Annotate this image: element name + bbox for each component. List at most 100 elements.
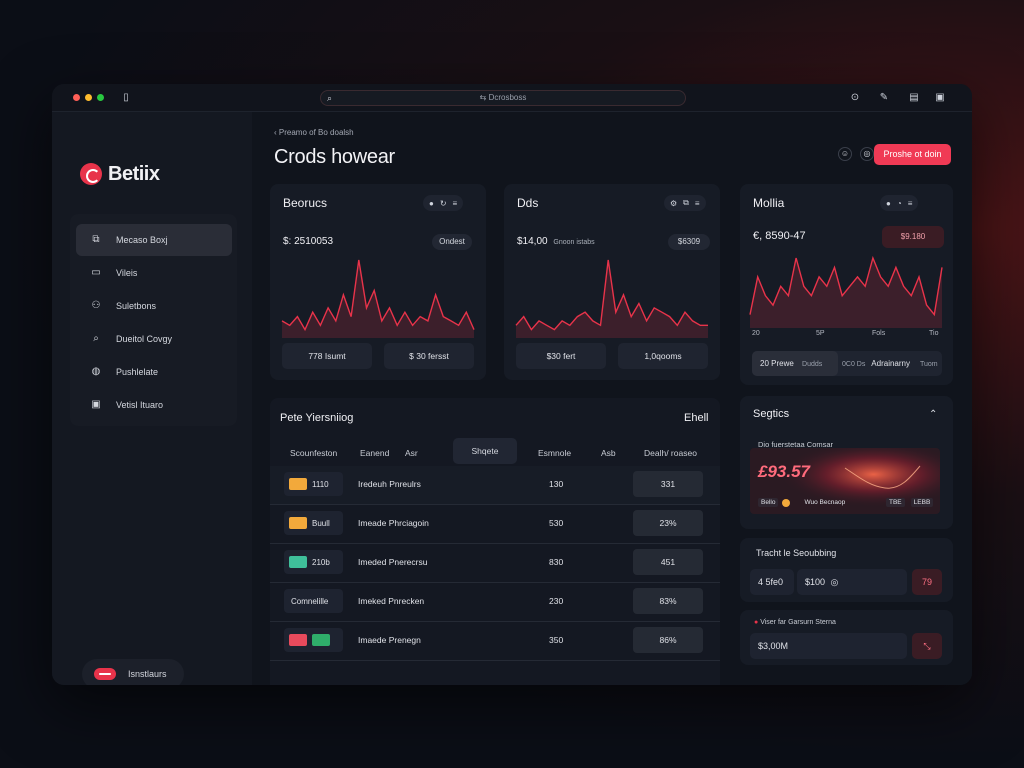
axis-label: Fols [872,330,886,337]
card-pill[interactable]: $6309 [668,234,710,250]
stat-button-right[interactable]: 1,0qooms [618,343,708,369]
column-header-active[interactable]: Shqete [453,438,517,464]
theme-toggle-label: Isnstlaurs [128,669,167,679]
maximize-window-button[interactable] [97,94,104,101]
refresh-icon[interactable]: ↻ [440,199,447,208]
copy-icon[interactable]: ⧉ [683,198,689,208]
table-row[interactable]: Buull Imeade Phrciagoin 530 23% [270,505,720,544]
sidebar-item-3[interactable]: ⌕ Dueitol Covgy [76,323,232,355]
file-icon: ▭ [91,267,101,278]
chevron-up-icon[interactable]: ⌃ [929,409,937,420]
flag-icon [312,634,330,646]
chip-icon [289,556,307,568]
panel-title: Tracht le Seoubbing [756,548,837,558]
brand-logo[interactable]: Betiix [80,160,160,188]
toggle-icon[interactable]: ● [429,199,434,208]
column-header[interactable]: Dealh/ roaseo [644,448,697,458]
clock-icon[interactable]: ◔ [897,199,902,208]
breadcrumb[interactable]: ‹ Preamo of Bo doalsh [274,128,354,137]
column-header[interactable]: Esmnole [538,448,571,458]
info-icon[interactable]: ⊙ [849,92,861,104]
chip-icon [289,517,307,529]
card-tools: ● ◔ ≡ [880,195,919,211]
tracking-field-value: $100 [805,577,826,587]
sidebar-item-1[interactable]: ▭ Vileis [76,257,232,289]
sidebar-item-5[interactable]: ▣ Vetisl Ituaro [76,389,232,421]
pen-icon[interactable]: ✎ [878,92,890,104]
card-amount: $: 2510053 [283,236,334,247]
metric-card-2: Dds ⚙ ⧉ ≡ $14,00 Gnoon istabs $6309 $30 … [504,184,720,380]
column-header[interactable]: Asb [601,448,616,458]
menu-icon[interactable]: ≡ [695,199,700,208]
search-icon: ⌕ [93,333,99,344]
metric-card-3: Mollia ● ◔ ≡ €, 8590-47 $9.180 20 5P Fol… [740,184,953,385]
card-tools: ● ↻ ≡ [423,195,464,211]
stat-button-right[interactable]: $ 30 fersst [384,343,474,369]
table-row[interactable]: Comnelille Imeked Pnrecken 230 83% [270,583,720,622]
row-name: Imeked Pnrecken [358,596,425,606]
sparkline-chart [515,259,708,338]
address-text: ⇆ Dcrosboss [479,93,527,102]
sidebar: Betiix ⧉ Mecaso Boxj ▭ Vileis ⚇ Suletbon… [52,112,252,685]
emoji-icon[interactable]: ☺ [838,147,852,161]
sidebar-item-2[interactable]: ⚇ Suletbons [76,290,232,322]
close-window-button[interactable] [73,94,80,101]
sidebar-item-4[interactable]: ◍ Pushlelate [76,356,232,388]
wallet-icon: ▣ [91,399,101,410]
row-tag-label: 210b [312,557,330,567]
back-arrow-icon[interactable]: ‹ [274,128,277,137]
table-row[interactable]: 210b Imeded Pnerecrsu 830 451 [270,544,720,583]
table-row[interactable]: 1110 Iredeuh Pnreulrs 130 331 [270,466,720,505]
legend-item: LEBB [910,498,934,507]
breadcrumb-text: Preamo of Bo doalsh [278,128,354,137]
column-header[interactable]: Eanend [360,448,389,458]
toggle-switch[interactable] [94,668,116,680]
sidebar-item-0[interactable]: ⧉ Mecaso Boxj [76,224,232,256]
chart-tabs: 20 Prewe Dudds 0C0 Ds Adrainarny Tuom [752,351,942,376]
row-tag-label: 1110 [312,479,329,489]
shield-icon: ◍ [91,366,101,377]
sidebar-item-label: Pushlelate [116,367,159,377]
sidebar-toggle-icon[interactable]: ▯ [120,92,132,104]
theme-toggle[interactable]: Isnstlaurs [82,659,184,685]
settings-icon[interactable]: ⚙ [670,199,677,208]
row-percent: 86% [633,627,703,653]
main-content: ‹ Preamo of Bo doalsh Crods howear ☺ ◎ ◉… [252,112,972,685]
card-pill[interactable]: Ondest [432,234,472,250]
chart-tab-active[interactable]: 20 Prewe Dudds [752,351,838,376]
stat-button-left[interactable]: $30 fert [516,343,606,369]
row-percent: 83% [633,588,703,614]
axis-label: Tio [929,330,939,337]
camera-icon[interactable]: ◎ [860,147,874,161]
primary-action-button[interactable]: Proshe ot doin [874,144,951,165]
chart-tab[interactable]: 0C0 Ds Adrainarny Tuom [842,351,938,376]
logo-icon [80,163,102,185]
panel-title: Segtics [753,408,790,420]
card-title: Mollia [753,196,785,210]
minimize-window-button[interactable] [85,94,92,101]
row-tag: Comnelille [284,589,343,613]
expand-icon[interactable]: ⤡ [912,633,942,659]
row-tag-label: Comnelille [291,596,329,606]
row-tag: 210b [284,550,343,574]
table-action[interactable]: Ehell [684,412,708,424]
column-header[interactable]: Asr [405,448,418,458]
legend-item: Wuo Becnaop [804,499,846,506]
sidebar-item-label: Dueitol Covgy [116,334,173,344]
tracking-action-button[interactable]: 79 [912,569,942,595]
address-bar[interactable]: ⌕ ⇆ Dcrosboss [320,90,686,106]
stat-button-left[interactable]: 778 Isumt [282,343,372,369]
tracking-field-left[interactable]: 4 5fe0 [750,569,794,595]
card-pill[interactable]: $9.180 [882,226,944,248]
menu-icon[interactable]: ≡ [908,199,913,208]
tracking-field[interactable]: $100 ◎ [797,569,907,595]
sidebar-item-label: Vetisl Ituaro [116,400,164,410]
column-header[interactable]: Scounfeston [290,448,337,458]
card-icon[interactable]: ▤ [908,92,920,104]
table-row[interactable]: Imaede Prenegn 350 86% [270,622,720,661]
menu-icon[interactable]: ≡ [453,199,458,208]
card-title: Dds [517,196,539,210]
row-value: 530 [549,518,564,528]
layout-icon[interactable]: ▣ [934,92,946,104]
toggle-icon[interactable]: ● [886,199,891,208]
